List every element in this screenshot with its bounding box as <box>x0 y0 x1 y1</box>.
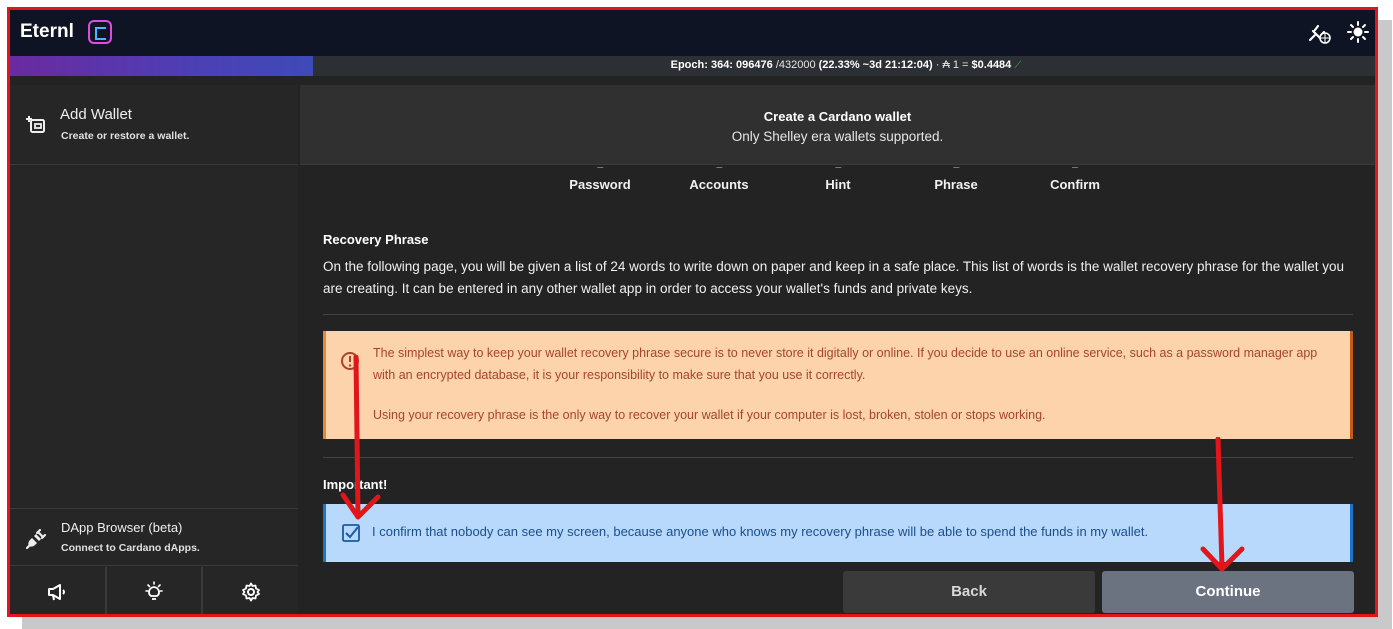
ada-price-label: · ₳ 1 = <box>935 59 969 71</box>
stepper: Password Accounts Hint Phrase Confirm <box>300 175 1375 199</box>
important-heading: Important! <box>323 477 388 492</box>
trend-up-icon: ⟋ <box>1014 60 1022 71</box>
sidebar-item-add-wallet[interactable]: Add Wallet Create or restore a wallet. <box>10 85 298 165</box>
warning-text-1: The simplest way to keep your wallet rec… <box>373 346 1318 382</box>
theme-sun-icon[interactable] <box>1347 21 1369 43</box>
sidebar: Add Wallet Create or restore a wallet. D… <box>10 85 298 614</box>
epoch-total: /432000 <box>775 59 816 71</box>
step-accounts[interactable]: Accounts <box>689 177 748 192</box>
epoch-number: Epoch: 364: 096476 <box>670 59 773 71</box>
recovery-phrase-description: On the following page, you will be given… <box>323 259 1345 296</box>
announcements-button[interactable] <box>10 567 107 614</box>
step-confirm[interactable]: Confirm <box>1050 177 1100 192</box>
add-wallet-subtitle: Create or restore a wallet. <box>61 130 190 142</box>
page-title: Create a Cardano wallet <box>763 109 912 124</box>
dapp-browser-title: DApp Browser (beta) <box>61 520 183 535</box>
eternl-logo-icon[interactable] <box>88 20 112 44</box>
dapp-browser-subtitle: Connect to Cardano dApps. <box>61 542 200 554</box>
sidebar-toolbar <box>10 567 298 614</box>
confirm-box[interactable]: I confirm that nobody can see my screen,… <box>323 504 1353 562</box>
ada-price-value: $0.4484 <box>971 59 1012 71</box>
warning-box: The simplest way to keep your wallet rec… <box>323 331 1353 439</box>
epoch-bar: Epoch: 364: 096476 /432000 (22.33% ~3d 2… <box>10 56 1375 76</box>
alert-circle-icon <box>341 352 359 370</box>
recovery-phrase-heading: Recovery Phrase <box>323 232 429 247</box>
plug-icon <box>25 528 47 550</box>
settings-icon <box>241 582 260 602</box>
tips-button[interactable] <box>107 567 204 614</box>
warning-text-2: Using your recovery phrase is the only w… <box>373 408 1046 422</box>
divider <box>323 314 1353 315</box>
app-window: Eternl Epoch: 364: 096476 /432000 (22.33… <box>7 7 1378 617</box>
checkbox-checked-icon[interactable] <box>342 524 360 542</box>
add-wallet-title: Add Wallet <box>60 106 132 123</box>
step-phrase[interactable]: Phrase <box>934 177 977 192</box>
page-subtitle: Only Shelley era wallets supported. <box>731 129 944 144</box>
confirm-label[interactable]: I confirm that nobody can see my screen,… <box>372 524 1148 539</box>
network-connection-icon[interactable] <box>1307 22 1331 44</box>
settings-button[interactable] <box>203 567 298 614</box>
divider <box>323 457 1353 458</box>
megaphone-icon <box>48 584 66 601</box>
add-wallet-icon <box>26 116 45 133</box>
continue-button[interactable]: Continue <box>1102 571 1354 613</box>
top-bar: Eternl <box>10 10 1375 56</box>
sidebar-item-dapp-browser[interactable]: DApp Browser (beta) Connect to Cardano d… <box>10 508 298 566</box>
step-password[interactable]: Password <box>569 177 630 192</box>
epoch-info: Epoch: 364: 096476 /432000 (22.33% ~3d 2… <box>10 59 1375 71</box>
step-hint[interactable]: Hint <box>825 177 850 192</box>
main-panel: Create a Cardano wallet Only Shelley era… <box>300 85 1375 614</box>
lightbulb-icon <box>145 581 163 600</box>
epoch-progress-text: (22.33% ~3d 21:12:04) <box>818 59 933 71</box>
app-title: Eternl <box>20 21 74 42</box>
main-header: Create a Cardano wallet Only Shelley era… <box>300 85 1375 165</box>
back-button[interactable]: Back <box>843 571 1095 613</box>
